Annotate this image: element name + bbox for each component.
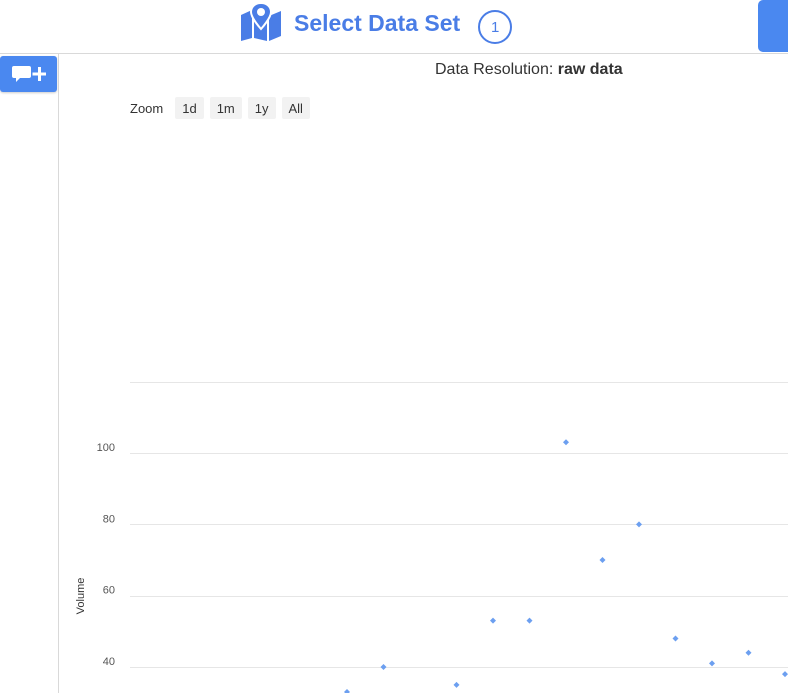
data-point[interactable] xyxy=(490,617,496,624)
zoom-1d-button[interactable]: 1d xyxy=(175,97,204,119)
page-title[interactable]: Select Data Set xyxy=(294,10,460,37)
step-badge: 1 xyxy=(478,10,513,44)
chart-grid xyxy=(130,382,788,668)
comment-plus-icon xyxy=(11,66,46,82)
header-action-button[interactable] xyxy=(758,0,788,52)
y-tick-label: 40 xyxy=(103,656,115,668)
top-header: Select Data Set 1 xyxy=(0,0,788,54)
data-point[interactable] xyxy=(599,557,606,563)
y-tick-label: 80 xyxy=(103,513,115,525)
dataset-selector[interactable]: Select Data Set 1 xyxy=(240,0,513,50)
y-axis-label: Volume xyxy=(75,578,87,615)
zoom-all-button[interactable]: All xyxy=(281,97,310,119)
data-point[interactable] xyxy=(672,635,679,642)
data-point[interactable] xyxy=(526,617,533,624)
zoom-1y-button[interactable]: 1y xyxy=(247,97,276,119)
y-tick-label: 60 xyxy=(103,585,115,597)
data-point[interactable] xyxy=(563,439,569,446)
zoom-label: Zoom xyxy=(130,100,164,116)
data-point[interactable] xyxy=(636,521,642,528)
map-marker-icon xyxy=(241,3,281,41)
add-comment-button[interactable] xyxy=(0,56,57,92)
sidebar xyxy=(0,54,59,693)
data-point[interactable] xyxy=(380,664,387,670)
y-tick-label: 100 xyxy=(97,442,115,454)
resolution-label: Data Resolution: xyxy=(435,61,554,78)
resolution-value: raw data xyxy=(557,61,623,78)
zoom-1m-button[interactable]: 1m xyxy=(209,97,242,119)
data-point[interactable] xyxy=(782,671,788,678)
data-points xyxy=(344,439,788,693)
data-point[interactable] xyxy=(453,681,460,688)
data-point[interactable] xyxy=(344,688,350,693)
volume-chart[interactable]: 40 60 80 100 Volume xyxy=(60,120,788,693)
y-axis-ticks: 40 60 80 100 xyxy=(97,442,115,668)
data-point[interactable] xyxy=(745,649,752,656)
data-point[interactable] xyxy=(709,660,715,667)
zoom-bar: Zoom 1d 1m 1y All xyxy=(130,97,310,119)
data-resolution: Data Resolution: raw data xyxy=(435,61,623,79)
